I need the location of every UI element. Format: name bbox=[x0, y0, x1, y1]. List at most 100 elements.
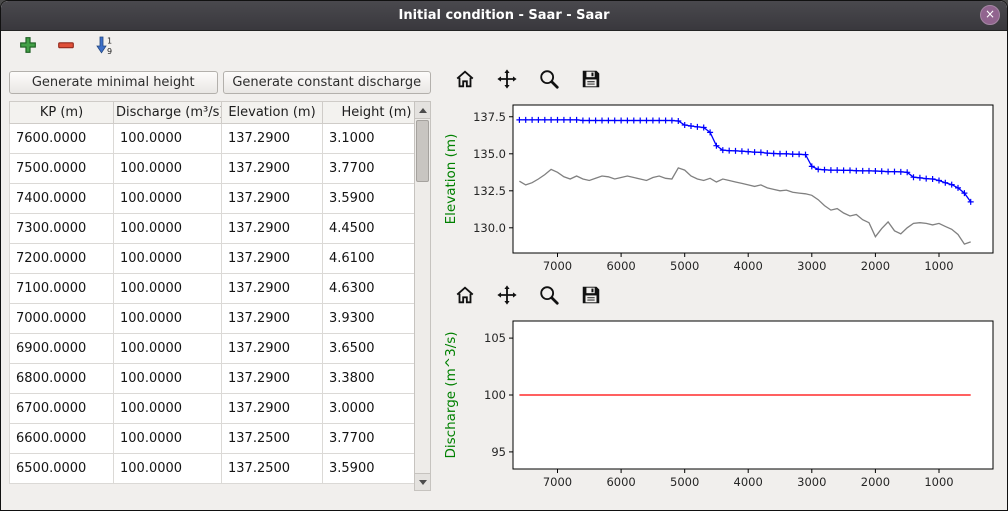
remove-row-button[interactable] bbox=[53, 34, 79, 60]
svg-text:2000: 2000 bbox=[861, 475, 890, 489]
table-cell[interactable]: 7400.0000 bbox=[10, 184, 114, 214]
discharge-pan-button[interactable] bbox=[493, 282, 521, 310]
column-header[interactable]: Elevation (m) bbox=[222, 102, 323, 124]
zoom-icon bbox=[538, 284, 560, 309]
scroll-up-icon bbox=[419, 108, 427, 113]
discharge-home-button[interactable] bbox=[451, 282, 479, 310]
elevation-pan-button[interactable] bbox=[493, 66, 521, 94]
table-row: 7200.0000100.0000137.29004.6100 bbox=[10, 244, 431, 274]
close-icon[interactable]: × bbox=[980, 5, 1000, 25]
svg-text:Discharge (m^3/s): Discharge (m^3/s) bbox=[443, 331, 459, 458]
elevation-chart[interactable]: 7000600050004000300020001000130.0132.513… bbox=[439, 97, 1003, 279]
table-cell[interactable]: 7500.0000 bbox=[10, 154, 114, 184]
svg-text:2000: 2000 bbox=[861, 259, 890, 273]
svg-text:6000: 6000 bbox=[606, 475, 635, 489]
initial-condition-table: KP (m)Discharge (m³/s)Elevation (m)Heigh… bbox=[9, 101, 431, 490]
elevation-zoom-button[interactable] bbox=[535, 66, 563, 94]
elevation-save-button[interactable] bbox=[577, 66, 605, 94]
discharge-chart[interactable]: 700060005000400030002000100095100105Disc… bbox=[439, 313, 1003, 495]
elevation-plot-toolbar bbox=[439, 63, 1005, 97]
save-icon bbox=[580, 284, 602, 309]
table-cell[interactable]: 137.2900 bbox=[222, 124, 323, 154]
table-cell[interactable]: 100.0000 bbox=[114, 154, 222, 184]
pan-icon bbox=[496, 284, 518, 309]
home-icon bbox=[454, 68, 476, 93]
svg-text:5000: 5000 bbox=[670, 259, 699, 273]
table-cell[interactable]: 100.0000 bbox=[114, 424, 222, 454]
table-cell[interactable]: 137.2900 bbox=[222, 214, 323, 244]
table-cell[interactable]: 7000.0000 bbox=[10, 304, 114, 334]
table-cell[interactable]: 6700.0000 bbox=[10, 394, 114, 424]
table-cell[interactable]: 137.2900 bbox=[222, 184, 323, 214]
table-row: 6700.0000100.0000137.29003.0000 bbox=[10, 394, 431, 424]
sort-rows-button[interactable]: 19 bbox=[91, 34, 117, 60]
table-cell[interactable]: 137.2500 bbox=[222, 424, 323, 454]
generate-constant-discharge-button[interactable]: Generate constant discharge bbox=[223, 71, 432, 94]
table-cell[interactable]: 100.0000 bbox=[114, 394, 222, 424]
discharge-save-button[interactable] bbox=[577, 282, 605, 310]
scroll-down-button[interactable] bbox=[415, 473, 430, 490]
svg-text:1000: 1000 bbox=[924, 475, 953, 489]
table-scrollbar[interactable] bbox=[414, 101, 431, 491]
table-row: 7500.0000100.0000137.29003.7700 bbox=[10, 154, 431, 184]
table-cell[interactable]: 6900.0000 bbox=[10, 334, 114, 364]
data-table: KP (m)Discharge (m³/s)Elevation (m)Heigh… bbox=[9, 101, 431, 484]
save-icon bbox=[580, 68, 602, 93]
table-row: 6500.0000100.0000137.25003.5900 bbox=[10, 454, 431, 484]
table-cell[interactable]: 6800.0000 bbox=[10, 364, 114, 394]
table-cell[interactable]: 137.2900 bbox=[222, 394, 323, 424]
generate-buttons-row: Generate minimal height Generate constan… bbox=[9, 71, 431, 94]
table-cell[interactable]: 6600.0000 bbox=[10, 424, 114, 454]
generate-minimal-height-button[interactable]: Generate minimal height bbox=[9, 71, 218, 94]
table-cell[interactable]: 100.0000 bbox=[114, 124, 222, 154]
add-row-button[interactable] bbox=[15, 34, 41, 60]
svg-text:1: 1 bbox=[107, 37, 112, 46]
table-row: 6800.0000100.0000137.29003.3800 bbox=[10, 364, 431, 394]
table-cell[interactable]: 100.0000 bbox=[114, 364, 222, 394]
table-cell[interactable]: 137.2900 bbox=[222, 334, 323, 364]
table-cell[interactable]: 7100.0000 bbox=[10, 274, 114, 304]
column-header[interactable]: Discharge (m³/s) bbox=[114, 102, 222, 124]
table-row: 7400.0000100.0000137.29003.5900 bbox=[10, 184, 431, 214]
table-cell[interactable]: 100.0000 bbox=[114, 334, 222, 364]
svg-text:135.0: 135.0 bbox=[473, 147, 506, 161]
svg-text:9: 9 bbox=[107, 47, 112, 55]
table-cell[interactable]: 100.0000 bbox=[114, 214, 222, 244]
zoom-icon bbox=[538, 68, 560, 93]
titlebar[interactable]: Initial condition - Saar - Saar × bbox=[1, 1, 1007, 31]
discharge-zoom-button[interactable] bbox=[535, 282, 563, 310]
svg-text:95: 95 bbox=[491, 445, 506, 459]
scroll-up-button[interactable] bbox=[415, 102, 430, 119]
svg-text:5000: 5000 bbox=[670, 475, 699, 489]
svg-text:105: 105 bbox=[484, 331, 506, 345]
main-toolbar: 19 bbox=[1, 30, 1007, 63]
svg-text:130.0: 130.0 bbox=[473, 221, 506, 235]
scrollbar-thumb[interactable] bbox=[416, 120, 429, 182]
table-cell[interactable]: 6500.0000 bbox=[10, 454, 114, 484]
table-row: 7000.0000100.0000137.29003.9300 bbox=[10, 304, 431, 334]
table-row: 6600.0000100.0000137.25003.7700 bbox=[10, 424, 431, 454]
home-icon bbox=[454, 284, 476, 309]
table-cell[interactable]: 137.2500 bbox=[222, 454, 323, 484]
table-cell[interactable]: 7200.0000 bbox=[10, 244, 114, 274]
table-cell[interactable]: 137.2900 bbox=[222, 274, 323, 304]
svg-text:137.5: 137.5 bbox=[473, 110, 506, 124]
table-cell[interactable]: 100.0000 bbox=[114, 454, 222, 484]
table-cell[interactable]: 100.0000 bbox=[114, 304, 222, 334]
table-cell[interactable]: 100.0000 bbox=[114, 274, 222, 304]
table-cell[interactable]: 137.2900 bbox=[222, 154, 323, 184]
elevation-home-button[interactable] bbox=[451, 66, 479, 94]
table-cell[interactable]: 7600.0000 bbox=[10, 124, 114, 154]
table-cell[interactable]: 137.2900 bbox=[222, 304, 323, 334]
table-cell[interactable]: 100.0000 bbox=[114, 244, 222, 274]
svg-text:3000: 3000 bbox=[797, 475, 826, 489]
initial-condition-window: Initial condition - Saar - Saar × 19 Gen… bbox=[0, 0, 1008, 511]
table-cell[interactable]: 100.0000 bbox=[114, 184, 222, 214]
pan-icon bbox=[496, 68, 518, 93]
svg-text:6000: 6000 bbox=[606, 259, 635, 273]
table-cell[interactable]: 7300.0000 bbox=[10, 214, 114, 244]
table-cell[interactable]: 137.2900 bbox=[222, 364, 323, 394]
table-cell[interactable]: 137.2900 bbox=[222, 244, 323, 274]
column-header[interactable]: KP (m) bbox=[10, 102, 114, 124]
table-row: 6900.0000100.0000137.29003.6500 bbox=[10, 334, 431, 364]
